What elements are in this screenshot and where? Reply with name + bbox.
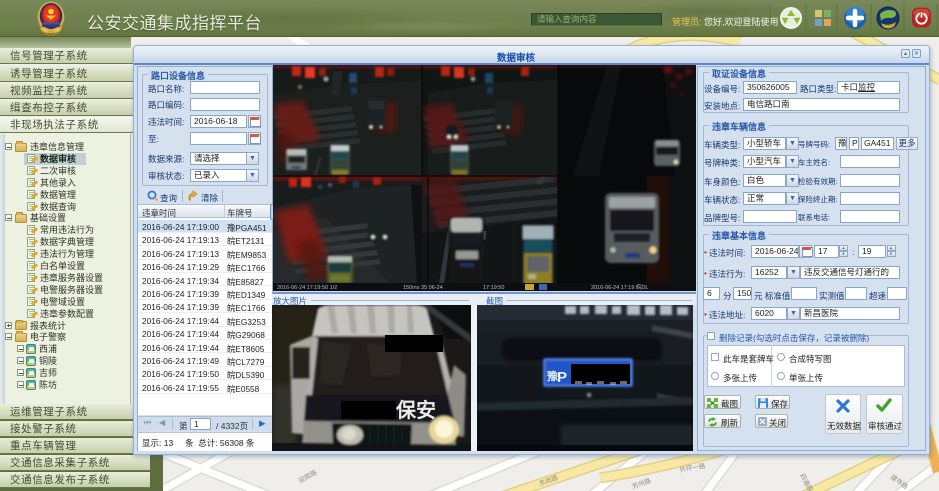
svg-text:P: P: [557, 369, 567, 386]
svg-text:保安: 保安: [395, 398, 436, 422]
svg-text:150ms 35 06-24: 150ms 35 06-24: [403, 285, 443, 291]
svg-text:2016-06-24 17:19:50 1/2: 2016-06-24 17:19:50 1/2: [277, 285, 337, 291]
svg-text:17:19:50: 17:19:50: [483, 285, 504, 291]
svg-text:2016-06-24 17:19 皖DL: 2016-06-24 17:19 皖DL: [591, 283, 648, 291]
